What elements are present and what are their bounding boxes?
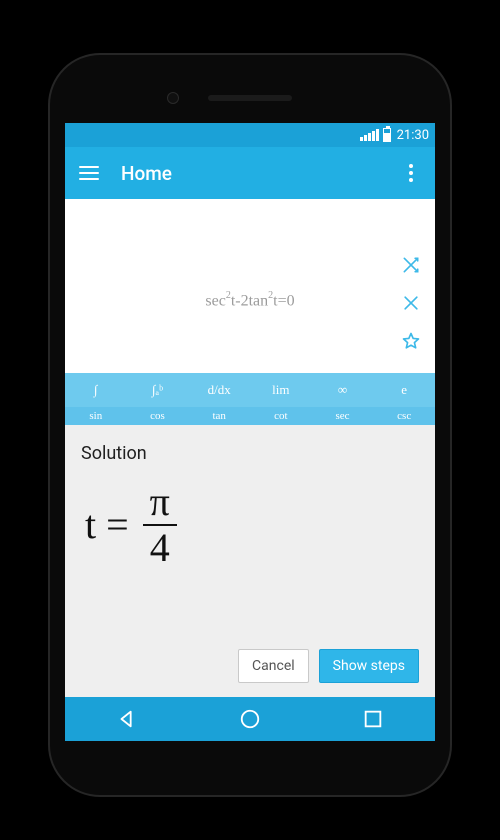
phone-camera: [168, 93, 178, 103]
kbd-key-tan[interactable]: tan: [188, 407, 250, 425]
kbd-key-inf[interactable]: ∞: [312, 373, 374, 407]
overflow-icon[interactable]: [401, 164, 421, 182]
kbd-key-defintegral[interactable]: ∫ₐᵇ: [127, 373, 189, 407]
solution-fraction: π 4: [143, 480, 177, 570]
cancel-button[interactable]: Cancel: [238, 649, 309, 683]
sheet-actions: Cancel Show steps: [81, 649, 419, 683]
favourite-icon[interactable]: [401, 331, 421, 351]
action-bar: Home: [65, 147, 435, 199]
show-steps-button[interactable]: Show steps: [319, 649, 419, 683]
kbd-key-sin[interactable]: sin: [65, 407, 127, 425]
screen: 21:30 Home sec2t-2tan2t=0: [65, 123, 435, 741]
battery-icon: [383, 128, 391, 142]
page-title: Home: [121, 162, 172, 185]
shuffle-icon[interactable]: [401, 255, 421, 275]
kbd-key-cot[interactable]: cot: [250, 407, 312, 425]
kbd-key-e[interactable]: e: [373, 373, 435, 407]
function-keyboard: ∫ ∫ₐᵇ d/dx lim ∞ e sin cos tan cot sec c…: [65, 373, 435, 425]
equation-display: sec2t-2tan2t=0: [205, 291, 294, 310]
kbd-key-ddx[interactable]: d/dx: [188, 373, 250, 407]
menu-icon[interactable]: [79, 166, 99, 180]
solution-heading: Solution: [81, 443, 419, 464]
equation-input-area[interactable]: sec2t-2tan2t=0: [65, 199, 435, 373]
kbd-key-csc[interactable]: csc: [373, 407, 435, 425]
kbd-key-cos[interactable]: cos: [127, 407, 189, 425]
signal-icon: [360, 129, 379, 141]
input-side-actions: [401, 255, 421, 351]
kbd-key-lim[interactable]: lim: [250, 373, 312, 407]
phone-chassis: 21:30 Home sec2t-2tan2t=0: [50, 55, 450, 795]
clear-icon[interactable]: [401, 293, 421, 313]
solution-eq: =: [106, 503, 129, 547]
status-bar: 21:30: [65, 123, 435, 147]
nav-home-icon[interactable]: [235, 704, 265, 734]
fraction-denominator: 4: [144, 526, 176, 570]
solution-expression: t = π 4: [81, 480, 419, 570]
status-time: 21:30: [397, 128, 429, 143]
fraction-numerator: π: [144, 480, 176, 524]
phone-speaker: [208, 95, 292, 101]
solution-lhs: t: [85, 503, 96, 547]
solution-sheet: Solution t = π 4 Cancel Show steps: [65, 425, 435, 697]
nav-back-icon[interactable]: [112, 704, 142, 734]
kbd-key-integral[interactable]: ∫: [65, 373, 127, 407]
kbd-key-sec[interactable]: sec: [312, 407, 374, 425]
nav-recent-icon[interactable]: [358, 704, 388, 734]
system-nav-bar: [65, 697, 435, 741]
